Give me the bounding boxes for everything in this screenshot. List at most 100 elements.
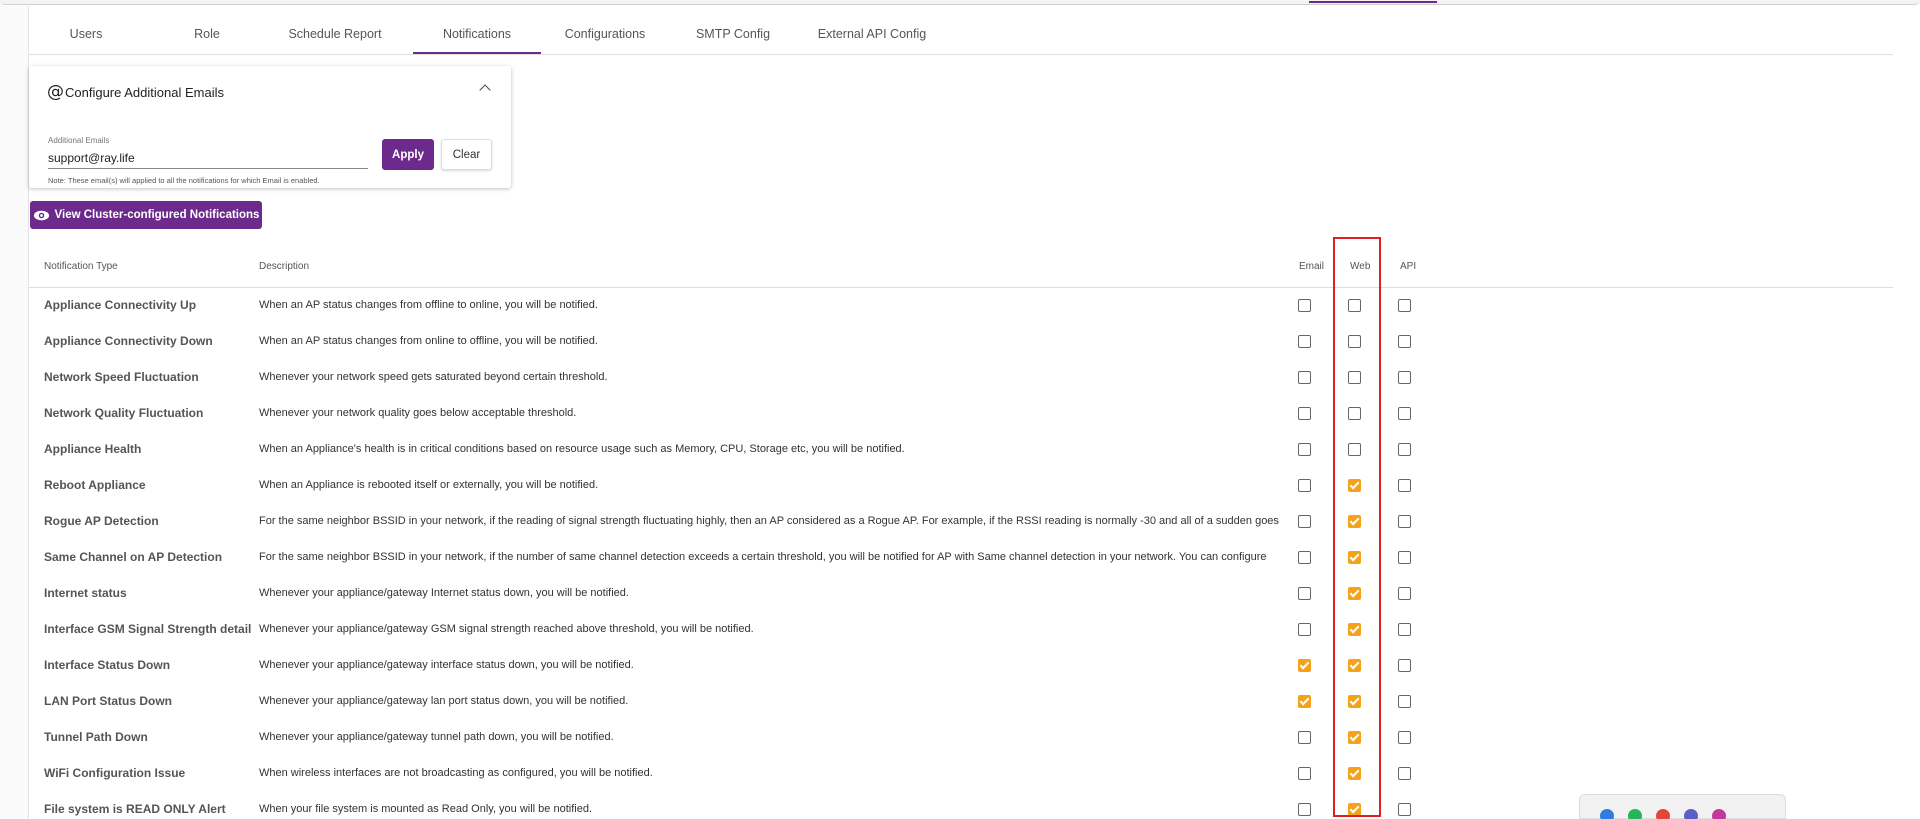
- view-cluster-notifications-button[interactable]: View Cluster-configured Notifications: [30, 201, 262, 229]
- email-checkbox[interactable]: [1298, 623, 1311, 636]
- table-row: Appliance Health When an Appliance's heal…: [29, 432, 1893, 468]
- web-checkbox[interactable]: [1348, 587, 1361, 600]
- api-checkbox[interactable]: [1398, 371, 1411, 384]
- table-row: Tunnel Path Down Whenever your appliance/…: [29, 720, 1893, 756]
- table-row: Network Quality Fluctuation Whenever your…: [29, 396, 1893, 432]
- apply-button[interactable]: Apply: [382, 139, 434, 170]
- notification-type: WiFi Configuration Issue: [44, 766, 186, 780]
- email-checkbox[interactable]: [1298, 407, 1311, 420]
- web-checkbox[interactable]: [1348, 695, 1361, 708]
- web-checkbox[interactable]: [1348, 299, 1361, 312]
- api-checkbox[interactable]: [1398, 803, 1411, 816]
- card-header[interactable]: @ Configure Additional Emails: [47, 82, 224, 102]
- notification-description: For the same neighbor BSSID in your netw…: [259, 551, 1267, 563]
- api-checkbox[interactable]: [1398, 767, 1411, 780]
- notification-description: Whenever your appliance/gateway tunnel p…: [259, 731, 614, 743]
- email-checkbox[interactable]: [1298, 731, 1311, 744]
- tab-configurations[interactable]: Configurations: [541, 15, 669, 54]
- email-checkbox[interactable]: [1298, 371, 1311, 384]
- table-row: Network Speed Fluctuation Whenever your n…: [29, 360, 1893, 396]
- teams-icon[interactable]: [1684, 809, 1698, 819]
- tab-users[interactable]: Users: [29, 15, 143, 54]
- email-checkbox[interactable]: [1298, 335, 1311, 348]
- web-checkbox[interactable]: [1348, 515, 1361, 528]
- card-title: Configure Additional Emails: [65, 84, 224, 100]
- email-checkbox[interactable]: [1298, 479, 1311, 492]
- notification-description: When an AP status changes from online to…: [259, 335, 598, 347]
- tab-smtp-config[interactable]: SMTP Config: [669, 15, 797, 54]
- table-row: Interface Status Down Whenever your appli…: [29, 648, 1893, 684]
- tab-external-api-config[interactable]: External API Config: [797, 15, 947, 54]
- email-checkbox[interactable]: [1298, 803, 1311, 816]
- notification-description: Whenever your appliance/gateway Internet…: [259, 587, 629, 599]
- top-frame: [0, 0, 1920, 5]
- notification-type: Internet status: [44, 586, 127, 600]
- header-web: Web: [1350, 261, 1371, 272]
- api-checkbox[interactable]: [1398, 407, 1411, 420]
- api-checkbox[interactable]: [1398, 731, 1411, 744]
- active-nav-indicator: [1309, 1, 1437, 3]
- app-icon[interactable]: [1712, 809, 1726, 819]
- api-checkbox[interactable]: [1398, 695, 1411, 708]
- web-checkbox[interactable]: [1348, 659, 1361, 672]
- email-checkbox[interactable]: [1298, 551, 1311, 564]
- web-checkbox[interactable]: [1348, 443, 1361, 456]
- web-checkbox[interactable]: [1348, 479, 1361, 492]
- notification-type: Tunnel Path Down: [44, 730, 148, 744]
- api-checkbox[interactable]: [1398, 335, 1411, 348]
- settings-tabs: Users Role Schedule Report Notifications…: [29, 15, 1893, 55]
- notification-description: Whenever your appliance/gateway GSM sign…: [259, 623, 754, 635]
- api-checkbox[interactable]: [1398, 479, 1411, 492]
- web-checkbox[interactable]: [1348, 371, 1361, 384]
- notification-description: Whenever your network speed gets saturat…: [259, 371, 608, 383]
- api-checkbox[interactable]: [1398, 443, 1411, 456]
- web-checkbox[interactable]: [1348, 407, 1361, 420]
- notifications-table: Notification Type Description Email Web …: [29, 247, 1893, 819]
- header-api: API: [1400, 261, 1417, 272]
- web-checkbox[interactable]: [1348, 731, 1361, 744]
- api-checkbox[interactable]: [1398, 587, 1411, 600]
- clear-button[interactable]: Clear: [441, 139, 492, 170]
- tab-notifications[interactable]: Notifications: [413, 15, 541, 54]
- notification-description: Whenever your appliance/gateway lan port…: [259, 695, 629, 707]
- notification-type: Interface Status Down: [44, 658, 171, 672]
- chrome-icon[interactable]: [1656, 809, 1670, 819]
- notification-type: Appliance Connectivity Down: [44, 334, 213, 348]
- chevron-up-icon[interactable]: [479, 84, 491, 96]
- email-checkbox[interactable]: [1298, 299, 1311, 312]
- web-checkbox[interactable]: [1348, 335, 1361, 348]
- web-checkbox[interactable]: [1348, 767, 1361, 780]
- api-checkbox[interactable]: [1398, 659, 1411, 672]
- header-notification-type: Notification Type: [44, 261, 118, 272]
- notification-description: Whenever your appliance/gateway interfac…: [259, 659, 634, 671]
- notification-type: Appliance Health: [44, 442, 142, 456]
- email-checkbox[interactable]: [1298, 695, 1311, 708]
- settings-content: Users Role Schedule Report Notifications…: [28, 6, 1920, 819]
- email-checkbox[interactable]: [1298, 659, 1311, 672]
- notification-type: File system is READ ONLY Alert: [44, 802, 226, 816]
- email-checkbox[interactable]: [1298, 767, 1311, 780]
- api-checkbox[interactable]: [1398, 515, 1411, 528]
- notification-type: Same Channel on AP Detection: [44, 550, 223, 564]
- web-checkbox[interactable]: [1348, 551, 1361, 564]
- email-checkbox[interactable]: [1298, 587, 1311, 600]
- notification-type: Network Speed Fluctuation: [44, 370, 199, 384]
- api-checkbox[interactable]: [1398, 299, 1411, 312]
- web-checkbox[interactable]: [1348, 803, 1361, 816]
- api-checkbox[interactable]: [1398, 623, 1411, 636]
- tab-role[interactable]: Role: [143, 15, 271, 54]
- api-checkbox[interactable]: [1398, 551, 1411, 564]
- tab-schedule-report[interactable]: Schedule Report: [271, 15, 399, 54]
- copilot-icon[interactable]: [1600, 809, 1614, 819]
- email-checkbox[interactable]: [1298, 515, 1311, 528]
- whatsapp-icon[interactable]: [1628, 809, 1642, 819]
- table-row: LAN Port Status Down Whenever your applia…: [29, 684, 1893, 720]
- notification-description: Whenever your network quality goes below…: [259, 407, 577, 419]
- configure-emails-card: @ Configure Additional Emails Additional…: [29, 66, 511, 188]
- email-checkbox[interactable]: [1298, 443, 1311, 456]
- notification-type: Interface GSM Signal Strength detail: [44, 622, 252, 636]
- table-body: Appliance Connectivity Up When an AP stat…: [29, 288, 1893, 819]
- web-checkbox[interactable]: [1348, 623, 1361, 636]
- additional-emails-input[interactable]: [48, 147, 368, 169]
- header-email: Email: [1299, 261, 1325, 272]
